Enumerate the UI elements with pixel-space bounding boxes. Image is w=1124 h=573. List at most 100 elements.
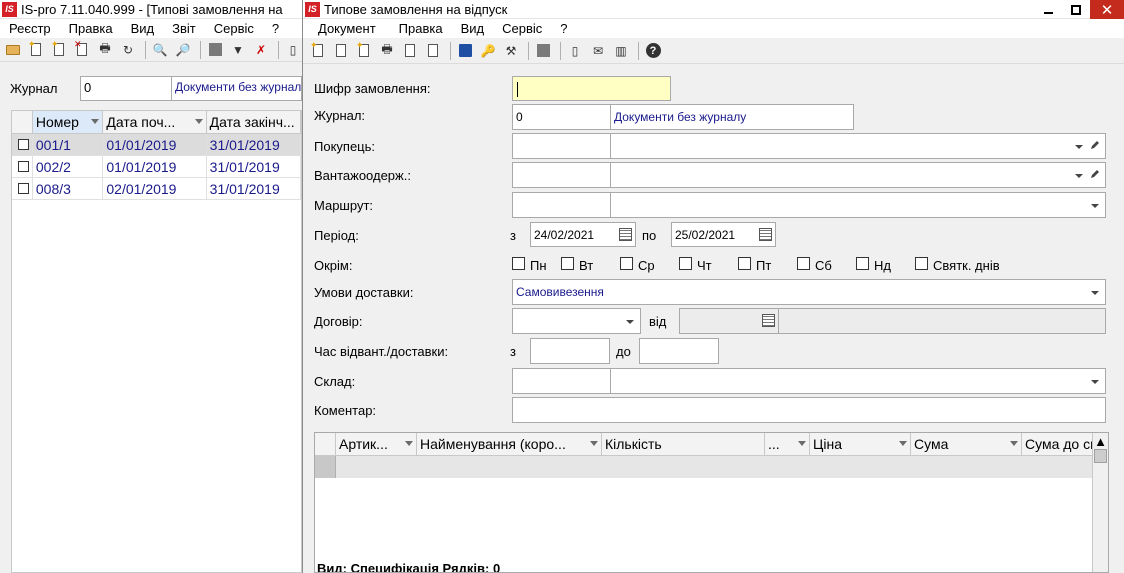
buyer-name-select[interactable] xyxy=(610,133,1106,159)
grid-header-check[interactable] xyxy=(12,111,33,133)
main-menu-view[interactable]: Вид xyxy=(122,21,164,36)
calendar-icon[interactable] xyxy=(619,228,632,241)
main-menu-report[interactable]: Звіт xyxy=(163,21,205,36)
tools-icon[interactable]: ⚒ xyxy=(501,41,521,61)
mail-icon[interactable]: ✉ xyxy=(588,41,608,61)
pencil-icon[interactable] xyxy=(1089,139,1101,151)
block-icon[interactable] xyxy=(533,41,553,61)
clear-filter-icon[interactable]: ✗ xyxy=(251,40,271,60)
spec-empty-row[interactable] xyxy=(315,456,1108,478)
delete-document-icon[interactable]: ✕ xyxy=(72,40,92,60)
barcode-icon[interactable]: ▥ xyxy=(611,41,631,61)
checkbox-tue[interactable] xyxy=(561,257,574,270)
chevron-down-icon[interactable] xyxy=(1075,145,1083,149)
period-from-input[interactable]: 24/02/2021 xyxy=(530,222,636,247)
row-checkbox[interactable] xyxy=(12,134,33,155)
search-next-icon[interactable]: 🔎 xyxy=(173,40,193,60)
maximize-icon[interactable] xyxy=(1062,0,1090,19)
new-document-icon[interactable]: ✦ xyxy=(26,40,46,60)
ship-time-from-input[interactable] xyxy=(530,338,610,364)
main-menu-edit[interactable]: Правка xyxy=(60,21,122,36)
row-checkbox[interactable] xyxy=(12,156,33,177)
grid-header-number[interactable]: Номер xyxy=(32,111,104,133)
order-code-input[interactable] xyxy=(512,76,671,101)
checkbox-holidays[interactable] xyxy=(915,257,928,270)
dialog-title-bar[interactable]: IS Типове замовлення на відпуск xyxy=(303,0,1124,19)
checkbox-sun[interactable] xyxy=(856,257,869,270)
table-row[interactable]: 008/3 02/01/2019 31/01/2019 xyxy=(12,178,301,200)
copy-line-icon[interactable]: ✦ xyxy=(354,41,374,61)
warehouse-code-input[interactable] xyxy=(512,368,611,394)
chevron-down-icon[interactable] xyxy=(1091,380,1099,384)
row-checkbox[interactable] xyxy=(12,178,33,199)
pencil-icon[interactable] xyxy=(1089,168,1101,180)
contract-select[interactable] xyxy=(512,308,641,334)
main-journal-input[interactable]: 0 xyxy=(80,76,172,101)
route-name-select[interactable] xyxy=(610,192,1106,218)
filter-icon[interactable]: ▼ xyxy=(228,40,248,60)
export-icon[interactable] xyxy=(400,41,420,61)
chevron-down-icon[interactable] xyxy=(626,320,634,324)
dialog-menu-document[interactable]: Документ xyxy=(309,21,385,36)
grid-header-date-to[interactable]: Дата закінч... xyxy=(207,111,301,133)
print-icon[interactable]: 🖶 xyxy=(377,41,397,61)
consignee-name-select[interactable] xyxy=(610,162,1106,188)
new-line-icon[interactable]: ✦ xyxy=(308,41,328,61)
dialog-menu-help[interactable]: ? xyxy=(551,21,576,36)
key-icon[interactable]: 🔑 xyxy=(478,41,498,61)
chevron-down-icon[interactable] xyxy=(1091,204,1099,208)
refresh-icon[interactable]: ↻ xyxy=(118,40,138,60)
checkbox-fri[interactable] xyxy=(738,257,751,270)
grid-header-date-from[interactable]: Дата поч... xyxy=(103,111,207,133)
buyer-code-input[interactable] xyxy=(512,133,611,159)
search-icon[interactable]: 🔍 xyxy=(150,40,170,60)
dialog-menu-view[interactable]: Вид xyxy=(452,21,494,36)
journal-input[interactable]: 0 xyxy=(512,104,611,130)
spec-vertical-scrollbar[interactable]: ▲ xyxy=(1092,433,1108,572)
checkbox-wed[interactable] xyxy=(620,257,633,270)
spec-header-sum[interactable]: Сума xyxy=(911,433,1022,455)
main-menu-service[interactable]: Сервіс xyxy=(205,21,263,36)
chevron-down-icon[interactable] xyxy=(1075,174,1083,178)
scroll-up-icon[interactable]: ▲ xyxy=(1093,433,1108,449)
checkbox-thu[interactable] xyxy=(679,257,692,270)
spec-header-name[interactable]: Найменування (коро... xyxy=(417,433,602,455)
main-title-bar[interactable]: IS IS-pro 7.11.040.999 - [Типові замовле… xyxy=(0,0,302,19)
import-icon[interactable] xyxy=(423,41,443,61)
main-menu-registry[interactable]: Реєстр xyxy=(0,21,60,36)
scroll-thumb[interactable] xyxy=(1094,449,1107,463)
table-row[interactable]: 002/2 01/01/2019 31/01/2019 xyxy=(12,156,301,178)
save-icon[interactable] xyxy=(455,41,475,61)
ship-time-to-input[interactable] xyxy=(639,338,719,364)
table-row[interactable]: 001/1 01/01/2019 31/01/2019 xyxy=(12,134,301,156)
chevron-down-icon[interactable] xyxy=(1091,291,1099,295)
properties-icon[interactable]: ▯ xyxy=(565,41,585,61)
route-code-input[interactable] xyxy=(512,192,611,218)
close-icon[interactable]: ✕ xyxy=(1090,0,1124,19)
consignee-code-input[interactable] xyxy=(512,162,611,188)
comment-input[interactable] xyxy=(512,397,1106,423)
help-icon[interactable]: ? xyxy=(643,41,663,61)
block-icon[interactable] xyxy=(205,40,225,60)
dialog-menu-service[interactable]: Сервіс xyxy=(493,21,551,36)
checkbox-mon[interactable] xyxy=(512,257,525,270)
minimize-icon[interactable] xyxy=(1034,0,1062,19)
spec-header-price[interactable]: Ціна xyxy=(810,433,911,455)
main-menu-help[interactable]: ? xyxy=(263,21,288,36)
spec-header-sum-to-pay[interactable]: Сума до сп xyxy=(1022,433,1094,455)
open-folder-icon[interactable] xyxy=(3,40,23,60)
toolbar-separator xyxy=(200,40,201,59)
spec-header-article[interactable]: Артик... xyxy=(336,433,417,455)
dialog-menu-edit[interactable]: Правка xyxy=(385,21,452,36)
delivery-select[interactable]: Самовивезення xyxy=(512,279,1106,305)
warehouse-name-select[interactable] xyxy=(610,368,1106,394)
properties-icon[interactable]: ▯ xyxy=(283,40,302,60)
insert-line-icon[interactable] xyxy=(331,41,351,61)
copy-document-icon[interactable]: ✦ xyxy=(49,40,69,60)
print-icon[interactable]: 🖶 xyxy=(95,40,115,60)
spec-header-quantity[interactable]: Кількість xyxy=(602,433,765,455)
checkbox-sat[interactable] xyxy=(797,257,810,270)
spec-header-unit[interactable]: ... xyxy=(765,433,810,455)
calendar-icon[interactable] xyxy=(759,228,772,241)
period-to-input[interactable]: 25/02/2021 xyxy=(671,222,776,247)
